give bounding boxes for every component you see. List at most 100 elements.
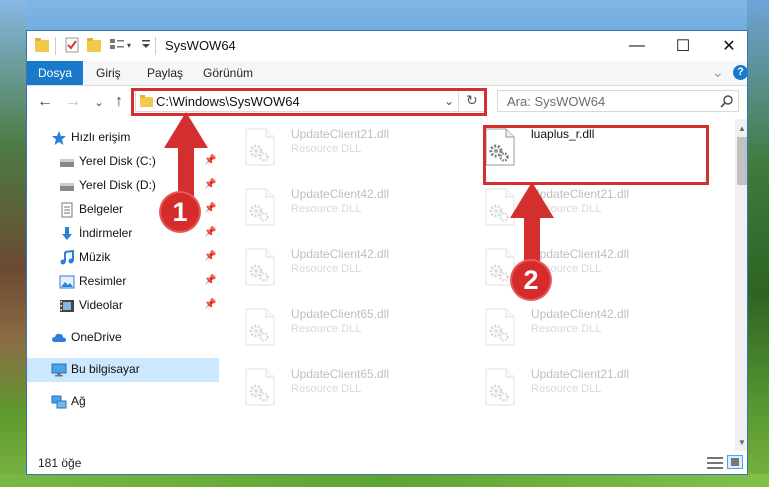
- close-icon: ✕: [722, 38, 736, 55]
- file-name: UpdateClient42.dll: [291, 247, 390, 261]
- scroll-up-icon[interactable]: ▲: [735, 121, 747, 135]
- desktop-background-left: [0, 0, 26, 487]
- sidebar-item-label: Yerel Disk (D:): [79, 178, 156, 192]
- properties-icon[interactable]: [65, 37, 79, 55]
- file-item[interactable]: UpdateClient42.dll Resource DLL: [461, 241, 681, 293]
- file-item[interactable]: UpdateClient42.dll Resource DLL: [461, 301, 681, 353]
- file-item[interactable]: UpdateClient42.dll Resource DLL: [221, 181, 441, 233]
- videos-icon: [59, 298, 75, 314]
- customize-toolbar-icon[interactable]: [141, 37, 151, 55]
- dll-file-icon: [242, 187, 278, 227]
- tab-home[interactable]: Giriş: [96, 61, 121, 85]
- pin-icon[interactable]: 📌: [204, 275, 216, 286]
- file-name: UpdateClient65.dll: [291, 307, 390, 321]
- search-box[interactable]: Ara: SysWOW64: [497, 90, 739, 112]
- sidebar-item-label: OneDrive: [71, 330, 122, 344]
- pin-icon[interactable]: 📌: [204, 251, 216, 262]
- file-item[interactable]: UpdateClient65.dll Resource DLL: [221, 301, 441, 353]
- sidebar-item-label: İndirmeler: [79, 226, 133, 240]
- file-type: Resource DLL: [531, 383, 602, 395]
- ribbon-tabs: Dosya Giriş Paylaş Görünüm ⌄ ?: [27, 61, 747, 86]
- up-arrow-icon: ↑: [115, 93, 123, 110]
- step-badge-1: 1: [161, 193, 199, 231]
- pin-icon[interactable]: 📌: [204, 227, 216, 238]
- desktop-background-bottom: [0, 474, 769, 487]
- maximize-button[interactable]: ☐: [660, 31, 706, 61]
- file-type: Resource DLL: [291, 143, 362, 155]
- large-icons-view-icon[interactable]: [727, 455, 743, 469]
- scroll-thumb[interactable]: [737, 137, 747, 185]
- maximize-icon: ☐: [675, 38, 691, 55]
- pictures-icon: [59, 274, 75, 290]
- sidebar-item-this-pc[interactable]: Bu bilgisayar: [27, 358, 219, 382]
- file-item[interactable]: UpdateClient21.dll Resource DLL: [461, 361, 681, 413]
- sidebar-item-label: Belgeler: [79, 202, 124, 216]
- folder-icon: [35, 37, 49, 55]
- tab-view[interactable]: Görünüm: [203, 61, 253, 85]
- chevron-down-icon: ⌄: [94, 96, 104, 109]
- pin-icon[interactable]: 📌: [204, 299, 216, 310]
- expand-ribbon-icon[interactable]: ⌄: [712, 64, 724, 81]
- sidebar-item-label: Bu bilgisayar: [71, 362, 140, 376]
- forward-button[interactable]: →: [63, 92, 83, 112]
- sidebar-item-label: Yerel Disk (C:): [79, 154, 156, 168]
- sidebar-item-network[interactable]: Ağ: [27, 390, 219, 414]
- status-bar: 181 öğe: [27, 452, 747, 474]
- network-icon: [51, 394, 67, 410]
- tab-share[interactable]: Paylaş: [147, 61, 183, 85]
- computer-icon: [51, 362, 67, 378]
- sidebar-item-label: Müzik: [79, 250, 111, 264]
- tab-file[interactable]: Dosya: [27, 61, 84, 85]
- close-button[interactable]: ✕: [706, 31, 747, 61]
- search-icon[interactable]: [720, 94, 734, 108]
- scroll-down-icon[interactable]: ▼: [735, 435, 747, 449]
- music-icon: [59, 250, 75, 266]
- file-name: UpdateClient42.dll: [531, 307, 630, 321]
- sidebar-item-music[interactable]: Müzik 📌: [27, 246, 219, 270]
- chevron-down-icon[interactable]: ▾: [127, 41, 131, 59]
- file-highlight-box: [483, 125, 709, 185]
- step-badge-2: 2: [512, 261, 550, 299]
- file-item[interactable]: UpdateClient21.dll Resource DLL: [461, 181, 681, 233]
- sidebar-item-label: Ağ: [71, 394, 86, 408]
- download-icon: [59, 226, 75, 242]
- file-explorer-window: ▾ SysWOW64 — ☐ ✕ Dosya Giriş Paylaş Görü…: [26, 30, 748, 475]
- up-button[interactable]: ↑: [109, 92, 129, 112]
- dll-file-icon: [242, 307, 278, 347]
- desktop-background-right: [747, 0, 769, 487]
- dll-file-icon: [482, 307, 518, 347]
- sidebar-item-pictures[interactable]: Resimler 📌: [27, 270, 219, 294]
- dll-file-icon: [242, 247, 278, 287]
- file-type: Resource DLL: [291, 263, 362, 275]
- file-item[interactable]: UpdateClient65.dll Resource DLL: [221, 361, 441, 413]
- help-icon[interactable]: ?: [733, 65, 747, 80]
- back-arrow-icon: ←: [37, 93, 53, 110]
- minimize-button[interactable]: —: [614, 31, 660, 61]
- vertical-scrollbar[interactable]: ▲ ▼: [735, 119, 747, 451]
- minimize-icon: —: [629, 37, 645, 54]
- file-type: Resource DLL: [291, 203, 362, 215]
- file-type: Resource DLL: [291, 323, 362, 335]
- back-button[interactable]: ←: [35, 92, 55, 112]
- new-folder-icon[interactable]: [87, 37, 101, 55]
- file-name: UpdateClient21.dll: [531, 367, 630, 381]
- file-name: UpdateClient65.dll: [291, 367, 390, 381]
- sidebar-item-videos[interactable]: Videolar 📌: [27, 294, 219, 318]
- file-name: UpdateClient42.dll: [291, 187, 390, 201]
- file-item[interactable]: UpdateClient21.dll Resource DLL: [221, 121, 441, 173]
- details-view-icon[interactable]: [707, 457, 723, 469]
- view-options-icon[interactable]: [109, 37, 125, 55]
- dll-file-icon: [242, 127, 278, 167]
- forward-arrow-icon: →: [65, 93, 81, 110]
- sidebar-item-label: Videolar: [79, 298, 123, 312]
- documents-icon: [59, 202, 75, 218]
- drive-icon: [59, 178, 75, 194]
- dll-file-icon: [482, 367, 518, 407]
- recent-locations-button[interactable]: ⌄: [89, 92, 109, 112]
- file-item[interactable]: UpdateClient42.dll Resource DLL: [221, 241, 441, 293]
- star-icon: [51, 130, 67, 146]
- sidebar-item-onedrive[interactable]: OneDrive: [27, 326, 219, 350]
- drive-icon: [59, 154, 75, 170]
- search-input[interactable]: Ara: SysWOW64: [507, 94, 605, 109]
- separator: [155, 37, 156, 55]
